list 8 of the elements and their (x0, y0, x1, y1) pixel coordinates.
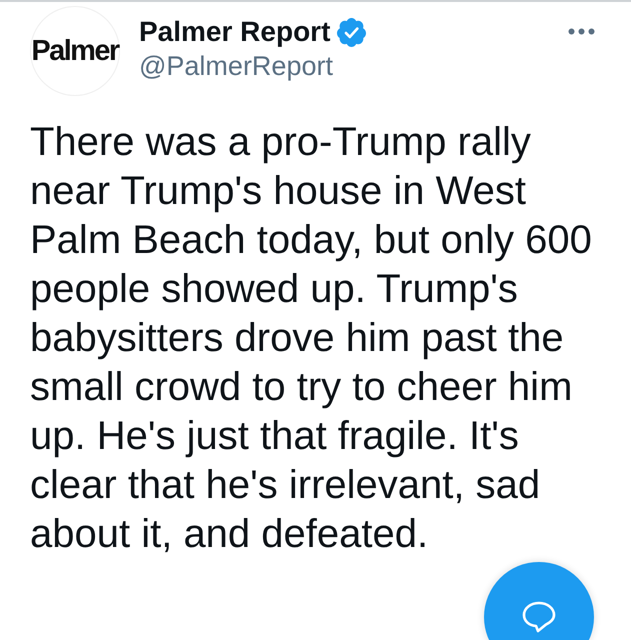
author-handle[interactable]: @PalmerReport (139, 49, 366, 83)
more-options-icon[interactable] (568, 28, 595, 35)
avatar-logo-text: Palmer (31, 34, 119, 68)
tweet-text: There was a pro-Trump rally near Trump's house in West Palm Beach today, but only 600 people showed up. Trump's babysitters drove him past the small crowd to try to cheer him up. He's just that fragile. It's clear that he's irrelevant, sad about it, and defeated. (30, 119, 593, 558)
author-name[interactable]: Palmer Report (139, 15, 330, 49)
compose-button[interactable] (484, 562, 594, 640)
speech-bubble-icon (522, 601, 556, 633)
avatar[interactable]: Palmer (30, 6, 120, 96)
